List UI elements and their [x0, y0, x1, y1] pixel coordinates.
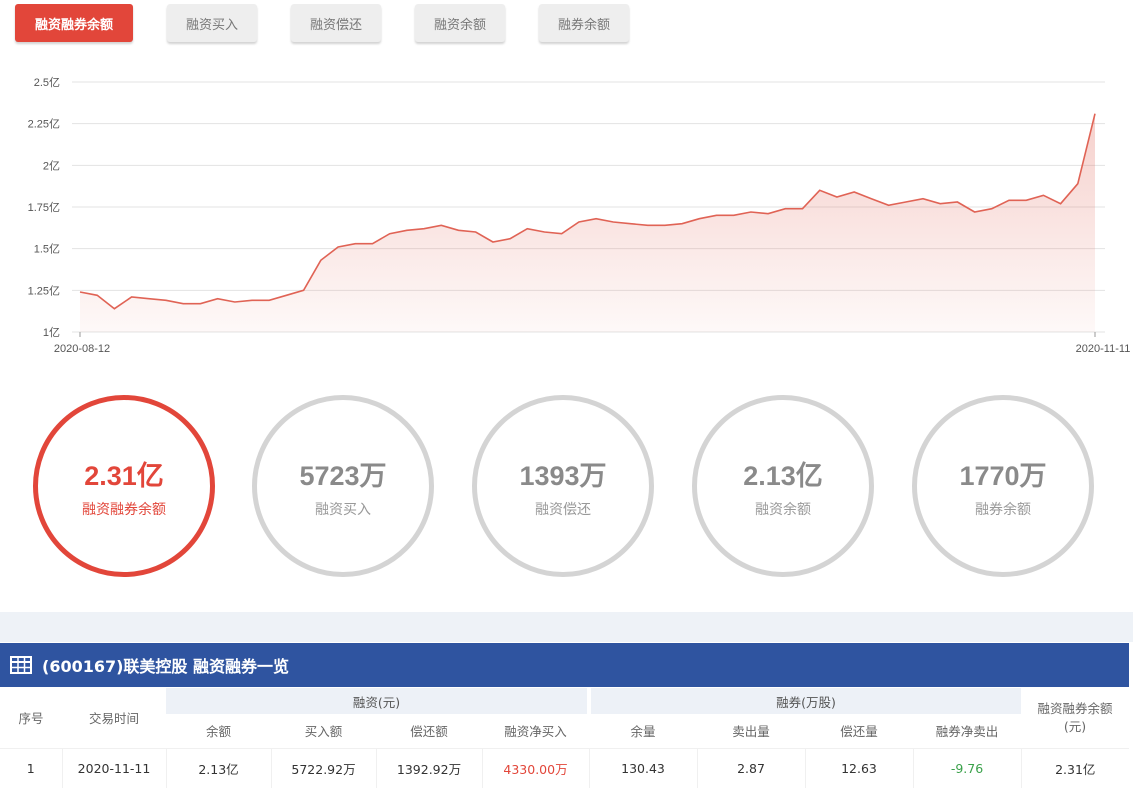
table-row[interactable]: 1 2020-11-11 2.13亿 5722.92万 1392.92万 433… [0, 747, 1129, 788]
y-tick-label: 1亿 [43, 326, 60, 339]
tab-financing-balance[interactable]: 融资余额 [415, 4, 505, 42]
cell-sec-repay: 12.63 [804, 747, 913, 788]
cell-sec-net-sell: -9.76 [912, 747, 1021, 788]
y-tick-label: 1.75亿 [28, 201, 60, 214]
col-header-fin-net-buy: 融资净买入 [504, 724, 567, 740]
x-tick-label: 2020-08-12 [54, 343, 110, 355]
margin-data-table: 序号 交易时间 融资(元) 融券(万股) 融资融券余额 (元) 余额 买入额 偿… [0, 688, 1129, 788]
summary-label: 融资融券余额 [82, 501, 166, 518]
col-header-fin-buy: 买入额 [304, 724, 343, 740]
chart-tab-bar: 融资融券余额 融资买入 融资偿还 融资余额 融券余额 [15, 4, 629, 42]
cell-fin-net-buy: 4330.00万 [481, 747, 589, 788]
tab-financing-repay[interactable]: 融资偿还 [291, 4, 381, 42]
summary-value: 1770万 [959, 460, 1047, 491]
x-tick-label: 2020-11-11 [1076, 343, 1131, 355]
col-header-sec-sell: 卖出量 [732, 724, 770, 740]
summary-value: 1393万 [519, 460, 607, 491]
y-tick-label: 1.25亿 [28, 284, 60, 297]
cell-total: 2.31亿 [1020, 747, 1129, 788]
cell-fin-buy: 5722.92万 [270, 747, 376, 788]
summary-financing-buy[interactable]: 5723万 融资买入 [252, 395, 434, 577]
col-header-sec-net-sell: 融券净卖出 [935, 724, 999, 740]
cell-fin-balance: 2.13亿 [165, 747, 271, 788]
summary-financing-balance[interactable]: 2.13亿 融资余额 [692, 395, 874, 577]
col-header-date: 交易时间 [88, 711, 139, 727]
cell-fin-repay: 1392.92万 [375, 747, 482, 788]
cell-sec-sell: 2.87 [696, 747, 805, 788]
margin-balance-chart[interactable]: 2.5亿 2.25亿 2亿 1.75亿 1.5亿 1.25亿 1亿 2020-08-12 202… [0, 60, 1133, 360]
summary-label: 融资偿还 [535, 501, 591, 518]
summary-financing-repay[interactable]: 1393万 融资偿还 [472, 395, 654, 577]
col-header-fin-balance: 余额 [205, 724, 231, 740]
y-tick-label: 1.5亿 [34, 243, 60, 256]
summary-label: 融券余额 [975, 501, 1031, 518]
table-grid-icon [10, 656, 32, 674]
series-area [80, 113, 1095, 332]
table-header-bar: (600167)联美控股 融资融券一览 [0, 643, 1129, 687]
tab-securities-balance[interactable]: 融券余额 [539, 4, 629, 42]
tab-margin-balance[interactable]: 融资融券余额 [15, 4, 133, 42]
cell-date: 2020-11-11 [61, 747, 166, 788]
col-header-index: 序号 [18, 711, 44, 727]
summary-label: 融资买入 [315, 501, 371, 518]
cell-index: 1 [0, 747, 62, 788]
y-tick-label: 2亿 [43, 159, 60, 172]
group-header-securities: 融券(万股) [587, 688, 1021, 714]
summary-circles: 2.31亿 融资融券余额 5723万 融资买入 1393万 融资偿还 2.13亿… [33, 395, 1113, 580]
section-divider [0, 612, 1133, 642]
tab-financing-buy[interactable]: 融资买入 [167, 4, 257, 42]
summary-securities-balance[interactable]: 1770万 融券余额 [912, 395, 1094, 577]
col-header-fin-repay: 偿还额 [410, 724, 448, 740]
summary-value: 2.13亿 [743, 460, 823, 491]
y-tick-label: 2.25亿 [28, 118, 60, 131]
table-title: (600167)联美控股 融资融券一览 [42, 657, 289, 676]
summary-margin-balance[interactable]: 2.31亿 融资融券余额 [33, 395, 215, 577]
summary-value: 2.31亿 [84, 460, 164, 491]
group-header-financing: 融资(元) [166, 688, 589, 714]
y-tick-label: 2.5亿 [34, 76, 60, 89]
summary-label: 融资余额 [755, 501, 811, 518]
cell-sec-balance: 130.43 [588, 747, 697, 788]
col-header-sec-balance: 余量 [630, 724, 656, 740]
summary-value: 5723万 [299, 460, 387, 491]
col-header-sec-repay: 偿还量 [840, 724, 878, 740]
col-header-total: 融资融券余额 (元) [1037, 700, 1113, 734]
